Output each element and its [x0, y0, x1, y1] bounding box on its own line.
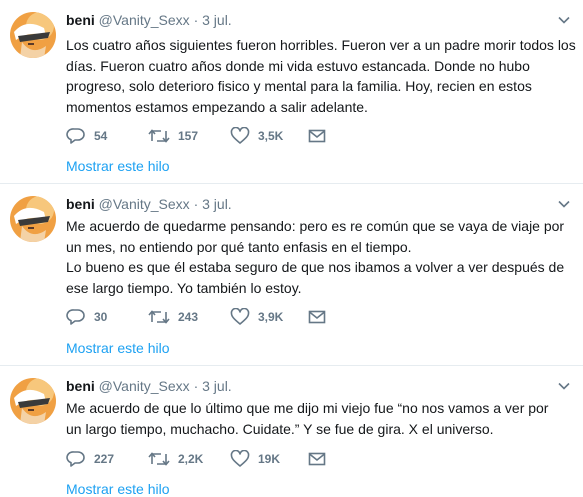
tweet[interactable]: beni @Vanity_Sexx · 3 jul. Los cuatro añ…: [0, 0, 583, 184]
envelope-icon: [308, 310, 326, 324]
reply-button[interactable]: 54: [66, 125, 107, 147]
tweet-actions: 30 243 3,9K: [66, 306, 366, 328]
like-count: 3,5K: [258, 129, 284, 143]
author-name[interactable]: beni: [66, 196, 95, 212]
author-name[interactable]: beni: [66, 378, 95, 394]
reply-icon: [66, 128, 85, 144]
heart-icon: [230, 127, 250, 144]
reply-count: 227: [94, 452, 115, 466]
chevron-down-icon[interactable]: [557, 13, 571, 27]
envelope-icon: [308, 129, 326, 143]
retweet-count: 157: [178, 129, 199, 143]
retweet-button[interactable]: 157: [148, 125, 198, 147]
author-handle[interactable]: @Vanity_Sexx: [99, 196, 190, 212]
tweet-text: Los cuatro años siguientes fueron horrib…: [66, 37, 576, 115]
separator: ·: [193, 196, 199, 212]
heart-icon: [230, 450, 250, 467]
avatar[interactable]: [10, 378, 56, 424]
reply-count: 30: [94, 310, 108, 324]
avatar[interactable]: [10, 12, 56, 58]
like-button[interactable]: 3,5K: [230, 125, 283, 147]
heart-icon: [230, 308, 250, 325]
separator: ·: [193, 378, 199, 394]
tweet-header: beni @Vanity_Sexx · 3 jul.: [66, 12, 547, 32]
show-thread-link[interactable]: Mostrar este hilo: [66, 158, 169, 174]
like-count: 19K: [258, 452, 281, 466]
tweet-date[interactable]: 3 jul.: [202, 12, 232, 28]
tweet-date[interactable]: 3 jul.: [202, 196, 232, 212]
show-thread-link[interactable]: Mostrar este hilo: [66, 340, 169, 356]
tweet-actions: 54 157 3,5K: [66, 125, 366, 147]
author-handle[interactable]: @Vanity_Sexx: [99, 378, 190, 394]
reply-button[interactable]: 227: [66, 448, 114, 470]
tweet-actions: 227 2,2K 19K: [66, 448, 366, 470]
tweet-text: Me acuerdo de que lo último que me dijo …: [66, 400, 549, 437]
message-button[interactable]: [308, 125, 326, 147]
avatar[interactable]: [10, 196, 56, 242]
retweet-icon: [148, 129, 170, 143]
show-thread-link[interactable]: Mostrar este hilo: [66, 481, 169, 497]
tweet-date[interactable]: 3 jul.: [202, 378, 232, 394]
reply-count: 54: [94, 129, 108, 143]
author-handle[interactable]: @Vanity_Sexx: [99, 12, 190, 28]
retweet-button[interactable]: 2,2K: [148, 448, 203, 470]
tweet-text: Me acuerdo de quedarme pensando: pero es…: [66, 218, 565, 296]
tweet-header: beni @Vanity_Sexx · 3 jul.: [66, 196, 547, 216]
separator: ·: [193, 12, 199, 28]
chevron-down-icon[interactable]: [557, 197, 571, 211]
retweet-button[interactable]: 243: [148, 306, 198, 328]
like-count: 3,9K: [258, 310, 284, 324]
reply-icon: [66, 309, 85, 325]
retweet-icon: [148, 310, 170, 324]
tweet-header: beni @Vanity_Sexx · 3 jul.: [66, 378, 547, 398]
tweet[interactable]: beni @Vanity_Sexx · 3 jul. Me acuerdo de…: [0, 366, 583, 497]
retweet-count: 2,2K: [178, 452, 204, 466]
message-button[interactable]: [308, 306, 326, 328]
author-name[interactable]: beni: [66, 12, 95, 28]
chevron-down-icon[interactable]: [557, 379, 571, 393]
retweet-icon: [148, 452, 170, 466]
reply-icon: [66, 451, 85, 467]
like-button[interactable]: 19K: [230, 448, 280, 470]
retweet-count: 243: [178, 310, 199, 324]
tweet[interactable]: beni @Vanity_Sexx · 3 jul. Me acuerdo de…: [0, 184, 583, 366]
reply-button[interactable]: 30: [66, 306, 107, 328]
envelope-icon: [308, 452, 326, 466]
message-button[interactable]: [308, 448, 326, 470]
like-button[interactable]: 3,9K: [230, 306, 283, 328]
